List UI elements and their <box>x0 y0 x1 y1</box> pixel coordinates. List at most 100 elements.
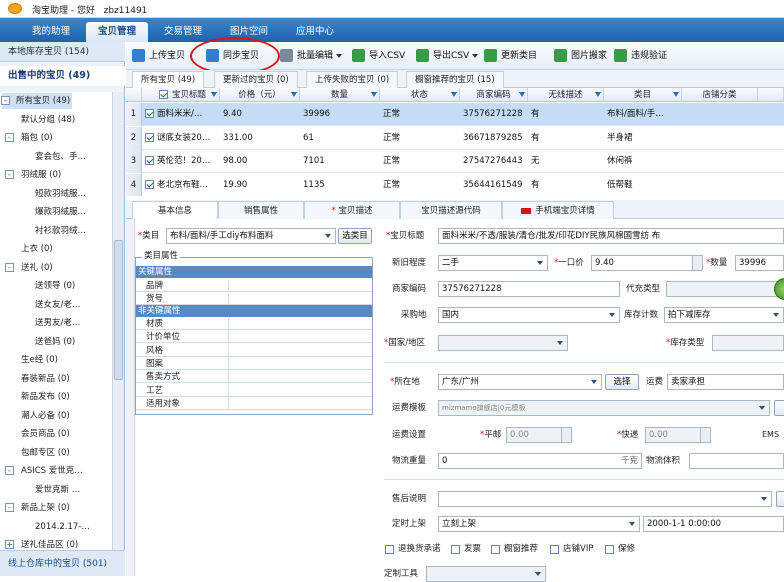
tab-basic-info[interactable]: 基本信息 <box>132 201 218 219</box>
cell-title[interactable]: 老北京布鞋… <box>142 174 220 197</box>
column-header[interactable]: 状态 <box>380 88 460 102</box>
tree-node[interactable]: 送爸妈 (0) <box>33 334 77 350</box>
tree-node[interactable]: - 羽绒服 (0) <box>5 167 63 183</box>
option-checkbox[interactable] <box>605 545 614 554</box>
local-stock-header[interactable]: 本地库存宝贝 (154) <box>0 42 125 62</box>
row-checkbox[interactable] <box>145 132 154 142</box>
tree-node[interactable]: 爱世克斯 … <box>33 482 82 498</box>
tools-select[interactable] <box>426 566 546 582</box>
column-header[interactable]: 商家编码 <box>460 88 528 102</box>
express-input[interactable]: 0.00 <box>645 427 711 443</box>
attr-row[interactable]: 计价单位 <box>136 331 372 344</box>
tree-node[interactable]: 春装新品 (0) <box>19 371 72 387</box>
collapse-icon[interactable]: - <box>1 96 10 105</box>
proxy-type-select[interactable] <box>666 281 784 297</box>
filter-icon[interactable] <box>291 92 297 97</box>
mail-input[interactable]: 0.00 <box>506 427 572 443</box>
violation-check-button[interactable]: 违规验证 <box>614 48 667 64</box>
tree-node[interactable]: - 送礼 (0) <box>5 260 55 276</box>
condition-select[interactable]: 二手 <box>438 255 548 271</box>
mail-spinner[interactable] <box>561 428 571 442</box>
cell-title[interactable]: 英伦范！20… <box>142 150 220 173</box>
filter-icon[interactable] <box>673 92 679 97</box>
table-row[interactable]: 2 谜底女装20… 331.00 61 正常 36671879285 有 半身裙 广东 <box>126 126 784 150</box>
attr-row[interactable]: 图案 <box>136 357 372 370</box>
category-select[interactable]: 布料/面料/手工diy布料面料 <box>166 228 336 244</box>
export-csv-button[interactable]: 导出CSV <box>416 48 479 64</box>
schedule-time-input[interactable]: 2000-1-1 0:00:00 <box>643 516 784 532</box>
choose-location-button[interactable]: 选择 <box>605 374 639 390</box>
tree-node[interactable]: 上衣 (0) <box>19 241 55 257</box>
tab-item-management[interactable]: 宝贝管理 <box>86 22 148 42</box>
tab-my-assistant[interactable]: 我的助理 <box>20 22 82 42</box>
tree-node[interactable]: 潮人必备 (0) <box>19 408 72 424</box>
tree-node[interactable]: 新品发布 (0) <box>19 389 72 405</box>
tree-scrollbar[interactable] <box>112 92 124 550</box>
import-csv-button[interactable]: 导入CSV <box>352 48 405 64</box>
volume-input[interactable] <box>689 453 784 469</box>
attr-row[interactable]: 适用对象 <box>136 397 372 410</box>
select-category-button[interactable]: 选类目 <box>338 228 372 244</box>
upload-button[interactable]: 上传宝贝 <box>132 48 185 64</box>
title-header[interactable]: 宝贝标题 <box>142 88 220 102</box>
row-checkbox[interactable] <box>145 109 154 118</box>
stock-type-select[interactable] <box>712 335 784 351</box>
batch-edit-button[interactable]: 批量编辑 <box>280 48 343 64</box>
option-checkbox[interactable] <box>385 545 394 554</box>
attr-row[interactable]: 货号 <box>136 293 372 305</box>
detail-scrollbar[interactable] <box>126 219 135 576</box>
qty-input[interactable]: 39996 <box>735 255 784 271</box>
tree-node[interactable]: 2014.2.17-… <box>33 519 92 535</box>
tab-description[interactable]: * 宝贝描述 <box>304 201 400 219</box>
filter-icon[interactable] <box>519 92 525 97</box>
attr-row[interactable]: 售卖方式 <box>136 371 372 384</box>
collapse-icon[interactable]: - <box>5 503 14 512</box>
column-header[interactable]: 店铺分类 <box>682 88 758 102</box>
table-row[interactable]: 4 老北京布鞋… 19.90 1135 正常 35644161549 有 低帮鞋 河北 <box>126 173 784 197</box>
attr-row[interactable]: 风格 <box>136 344 372 357</box>
table-row[interactable]: 3 英伦范！20… 98.00 7101 正常 27547276443 无 休闲裤 浙江 <box>126 150 784 173</box>
collapse-icon[interactable]: - <box>5 466 14 475</box>
tab-window-recommended[interactable]: 橱窗推荐的宝贝 (15) <box>406 71 504 88</box>
tree-node[interactable]: - 所有宝贝 (49) <box>1 93 73 109</box>
tab-description-source[interactable]: 宝贝描述源代码 <box>400 201 502 219</box>
express-spinner[interactable] <box>700 428 710 442</box>
tree-node[interactable]: 爆款羽绒服… <box>33 204 88 220</box>
collapse-icon[interactable]: - <box>5 133 14 142</box>
row-checkbox[interactable] <box>145 156 154 165</box>
column-header[interactable]: 类目 <box>604 88 682 102</box>
freight-input[interactable]: 卖家承担 <box>667 374 784 390</box>
image-move-button[interactable]: 图片搬家 <box>554 48 607 64</box>
tree-node[interactable]: 短款羽绒服… <box>33 186 88 202</box>
option-checkbox[interactable] <box>491 545 500 554</box>
cell-title[interactable]: 谜底女装20… <box>142 127 220 150</box>
template-more-button[interactable] <box>774 400 784 416</box>
expand-icon[interactable]: + <box>5 540 14 549</box>
schedule-select[interactable]: 立刻上架 <box>438 516 640 532</box>
scroll-thumb[interactable] <box>114 240 123 380</box>
row-checkbox[interactable] <box>145 179 154 189</box>
tab-trade-management[interactable]: 交易管理 <box>152 22 214 42</box>
tree-node[interactable]: 会员商品 (0) <box>19 426 72 442</box>
tree-node[interactable]: 送领导 (0) <box>33 278 77 294</box>
tree-node[interactable]: 送女友/老… <box>33 297 82 313</box>
region-select[interactable] <box>438 335 568 351</box>
origin-select[interactable]: 国内 <box>438 307 620 323</box>
cell-title[interactable]: 面料米米/… <box>142 103 220 126</box>
location-select[interactable]: 广东/广州 <box>438 374 602 390</box>
tree-node[interactable]: + 送礼佳品区 (0) <box>5 537 80 550</box>
tab-app-center[interactable]: 应用中心 <box>284 22 346 42</box>
filter-icon[interactable] <box>211 92 217 97</box>
attr-row[interactable]: 品牌 <box>136 280 372 292</box>
tab-updated-items[interactable]: 更新过的宝贝 (0) <box>214 71 298 88</box>
weight-input[interactable]: 0 千克 <box>438 453 642 469</box>
title-input[interactable]: 面料米米/不透/服装/清仓/批发/印花DIY民族风棉国雪纺 布 <box>438 228 784 244</box>
option-checkbox[interactable] <box>550 545 559 554</box>
column-header[interactable]: 数量 <box>300 88 380 102</box>
tab-sale-attrs[interactable]: 销售属性 <box>218 201 304 219</box>
on-sale-header[interactable]: 出售中的宝贝 (49) <box>0 66 125 86</box>
option-checkbox[interactable] <box>451 545 460 554</box>
tree-node[interactable]: 宴会包、手… <box>33 149 88 165</box>
filter-icon[interactable] <box>451 92 457 97</box>
tree-node[interactable]: 生e经 (0) <box>19 352 60 368</box>
